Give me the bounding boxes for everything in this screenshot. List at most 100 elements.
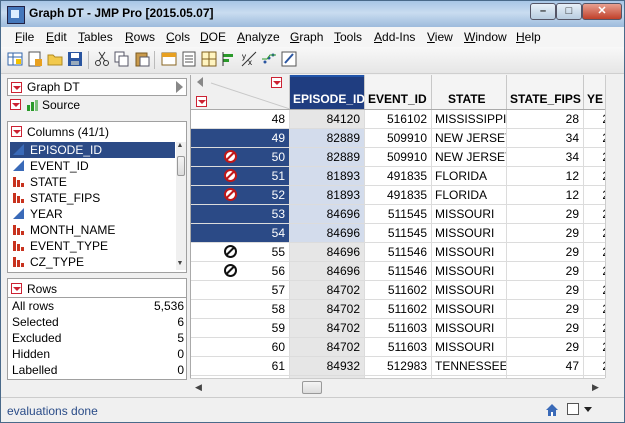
cell-state[interactable]: MISSOURI: [432, 224, 507, 242]
cell-state[interactable]: MISSOURI: [432, 262, 507, 280]
menu-cols[interactable]: Cols: [166, 30, 190, 44]
cell-year[interactable]: 2: [584, 129, 606, 147]
menu-edit[interactable]: Edit: [46, 30, 67, 44]
row-number-cell[interactable]: 56: [191, 262, 290, 280]
table-row[interactable]: 50 82889509910NEW JERSEY342: [191, 148, 606, 167]
red-triangle-menu-icon[interactable]: [11, 283, 22, 294]
script-editor-icon[interactable]: [281, 51, 297, 67]
corner-cell[interactable]: [191, 75, 290, 109]
window-list-icon[interactable]: [567, 403, 579, 415]
row-number-cell[interactable]: 57: [191, 281, 290, 299]
menu-view[interactable]: View: [427, 30, 453, 44]
grid-vertical-scrollbar[interactable]: [605, 75, 623, 378]
column-item[interactable]: STATE_FIPS: [10, 190, 175, 206]
cell-event-id[interactable]: 512983: [365, 357, 432, 375]
cell-state-fips[interactable]: 29: [507, 205, 584, 223]
column-item[interactable]: CZ_FIPS: [10, 270, 175, 272]
cell-event-id[interactable]: 509910: [365, 148, 432, 166]
bar-chart-icon[interactable]: [221, 51, 237, 67]
cell-state[interactable]: MISSOURI: [432, 281, 507, 299]
cell-episode-id[interactable]: 84932: [290, 357, 365, 375]
row-number-cell[interactable]: 51: [191, 167, 290, 185]
cell-episode-id[interactable]: 84702: [290, 300, 365, 318]
cell-state[interactable]: FLORIDA: [432, 186, 507, 204]
cell-state[interactable]: MISSOURI: [432, 300, 507, 318]
cell-state-fips[interactable]: 29: [507, 243, 584, 261]
table-name-row[interactable]: Graph DT: [7, 78, 187, 96]
cell-event-id[interactable]: 509910: [365, 129, 432, 147]
header-state-fips[interactable]: STATE_FIPS: [507, 75, 584, 109]
cell-episode-id[interactable]: 81893: [290, 167, 365, 185]
cell-state-fips[interactable]: 29: [507, 262, 584, 280]
row-number-cell[interactable]: 50: [191, 148, 290, 166]
cell-state-fips[interactable]: 28: [507, 110, 584, 128]
cell-state-fips[interactable]: 29: [507, 319, 584, 337]
cell-event-id[interactable]: 511545: [365, 205, 432, 223]
paste-icon[interactable]: [134, 51, 150, 67]
column-item[interactable]: YEAR: [10, 206, 175, 222]
cell-event-id[interactable]: 511603: [365, 338, 432, 356]
scroll-thumb[interactable]: [177, 156, 185, 176]
h-scroll-thumb[interactable]: [302, 381, 322, 394]
menu-file[interactable]: File: [15, 30, 34, 44]
menu-add-ins[interactable]: Add-Ins: [374, 30, 415, 44]
table-row[interactable]: 59 84702511603MISSOURI292: [191, 319, 606, 338]
cell-event-id[interactable]: 511545: [365, 224, 432, 242]
save-icon[interactable]: [67, 51, 83, 67]
red-triangle-menu-icon[interactable]: [11, 126, 22, 137]
cell-state[interactable]: TENNESSEE: [432, 357, 507, 375]
row-number-cell[interactable]: 58: [191, 300, 290, 318]
table-row[interactable]: 57 84702511602MISSOURI292: [191, 281, 606, 300]
column-item[interactable]: EVENT_ID: [10, 158, 175, 174]
cell-episode-id[interactable]: 84120: [290, 110, 365, 128]
cell-state[interactable]: FLORIDA: [432, 167, 507, 185]
cut-icon[interactable]: [94, 51, 110, 67]
header-event-id[interactable]: EVENT_ID: [365, 75, 432, 109]
menu-help[interactable]: Help: [516, 30, 541, 44]
cell-year[interactable]: 2: [584, 186, 606, 204]
cell-episode-id[interactable]: 84696: [290, 205, 365, 223]
header-state[interactable]: STATE: [432, 75, 507, 109]
table-row[interactable]: 61 84932512983TENNESSEE472: [191, 357, 606, 376]
column-item[interactable]: EVENT_TYPE: [10, 238, 175, 254]
cell-year[interactable]: 2: [584, 300, 606, 318]
minimize-button[interactable]: –: [530, 3, 556, 20]
table-row[interactable]: 55 84696511546MISSOURI292: [191, 243, 606, 262]
row-number-cell[interactable]: 59: [191, 319, 290, 337]
cell-episode-id[interactable]: 82889: [290, 148, 365, 166]
cell-year[interactable]: 2: [584, 243, 606, 261]
cell-episode-id[interactable]: 84696: [290, 224, 365, 242]
red-triangle-menu-icon[interactable]: [11, 82, 22, 93]
cell-event-id[interactable]: 511546: [365, 262, 432, 280]
cell-episode-id[interactable]: 84696: [290, 262, 365, 280]
fit-y-by-x-icon[interactable]: yx: [241, 51, 257, 67]
scroll-down-icon[interactable]: ▼: [174, 258, 186, 270]
cell-event-id[interactable]: 516102: [365, 110, 432, 128]
cell-state-fips[interactable]: 12: [507, 186, 584, 204]
menu-rows[interactable]: Rows: [125, 30, 155, 44]
cell-state[interactable]: MISSOURI: [432, 205, 507, 223]
menu-tools[interactable]: Tools: [334, 30, 362, 44]
cell-state-fips[interactable]: 47: [507, 357, 584, 375]
grid-horizontal-scrollbar[interactable]: ◀ ▶: [190, 378, 605, 396]
cell-event-id[interactable]: 511546: [365, 243, 432, 261]
column-info-icon[interactable]: [181, 51, 197, 67]
cell-state-fips[interactable]: 29: [507, 338, 584, 356]
row-number-cell[interactable]: 53: [191, 205, 290, 223]
columns-scrollbar[interactable]: ▲ ▼: [176, 142, 186, 270]
scroll-left-icon[interactable]: ◀: [191, 380, 206, 395]
column-item[interactable]: EPISODE_ID: [10, 142, 175, 158]
cell-state-fips[interactable]: 29: [507, 300, 584, 318]
menu-doe[interactable]: DOE: [200, 30, 226, 44]
menu-window[interactable]: Window: [464, 30, 507, 44]
cell-episode-id[interactable]: 81893: [290, 186, 365, 204]
cell-year[interactable]: 2: [584, 205, 606, 223]
cell-state[interactable]: MISSISSIPPI: [432, 110, 507, 128]
cell-episode-id[interactable]: 84702: [290, 319, 365, 337]
cell-episode-id[interactable]: 84702: [290, 338, 365, 356]
table-row[interactable]: 53 84696511545MISSOURI292: [191, 205, 606, 224]
cell-episode-id[interactable]: 82889: [290, 129, 365, 147]
title-bar[interactable]: Graph DT - JMP Pro [2015.05.07] – □ ✕: [1, 1, 624, 27]
columns-header[interactable]: Columns (41/1): [8, 123, 186, 141]
row-number-cell[interactable]: 60: [191, 338, 290, 356]
